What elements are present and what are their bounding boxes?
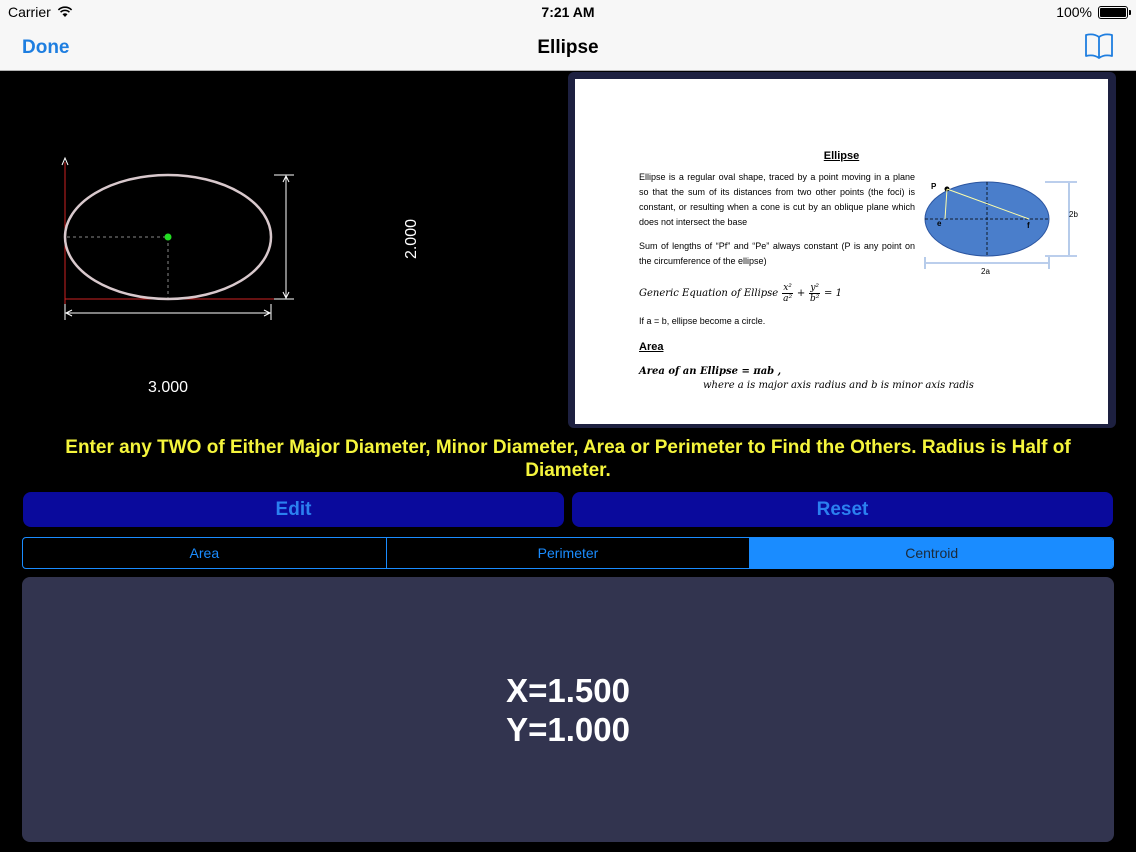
reset-button[interactable]: Reset bbox=[572, 492, 1113, 527]
equation-y-fraction: y² b² bbox=[809, 283, 821, 304]
reference-panel: Ellipse Ellipse is a regular oval shape,… bbox=[568, 72, 1116, 428]
result-y: Y=1.000 bbox=[506, 711, 630, 748]
calculation-tabs: Area Perimeter Centroid bbox=[22, 537, 1114, 569]
book-icon[interactable] bbox=[1084, 32, 1114, 60]
result-lines: X=1.500 Y=1.000 bbox=[22, 671, 1114, 749]
equation-label: Generic Equation of Ellipse bbox=[639, 288, 779, 299]
result-panel: X=1.500 Y=1.000 bbox=[22, 577, 1114, 842]
equation-x-num: x² bbox=[782, 283, 793, 294]
battery-percent: 100% bbox=[1056, 4, 1092, 20]
equation-y-den: b² bbox=[809, 294, 820, 304]
navigation-bar: Done Ellipse bbox=[0, 24, 1136, 71]
ellipse-diagram bbox=[61, 156, 294, 320]
equation-rhs: = 1 bbox=[824, 288, 842, 299]
diagram-label-f: f bbox=[1027, 221, 1030, 230]
page-title: Ellipse bbox=[537, 37, 599, 58]
status-bar: Carrier 7:21 AM 100% bbox=[0, 0, 1136, 24]
tab-area[interactable]: Area bbox=[23, 538, 387, 568]
height-value: 2.000 bbox=[403, 218, 420, 260]
area-formula: Area of an Ellipse = πab , bbox=[639, 366, 782, 377]
reference-paragraph-2: Sum of lengths of “Pf” and “Pe” always c… bbox=[639, 241, 915, 266]
diagram-label-p: P bbox=[931, 182, 937, 191]
area-heading: Area bbox=[639, 341, 664, 353]
width-value: 3.000 bbox=[147, 379, 189, 396]
battery-indicator: 100% bbox=[1056, 4, 1131, 20]
ellipse-drawing: 3.000 2.000 bbox=[0, 72, 560, 422]
generic-equation: Generic Equation of Ellipse x² a² + y² b… bbox=[639, 283, 842, 304]
equation-x-fraction: x² a² bbox=[782, 283, 793, 304]
equation-x-den: a² bbox=[783, 294, 793, 304]
result-x: X=1.500 bbox=[506, 672, 630, 709]
diagram-label-b: 2b bbox=[1069, 210, 1078, 219]
status-time: 7:21 AM bbox=[541, 4, 595, 20]
reference-paragraph-1: Ellipse is a regular oval shape, traced … bbox=[639, 172, 915, 227]
reference-ellipse-diagram: P e f 2b 2a bbox=[924, 181, 1078, 276]
circle-note: If a = b, ellipse become a circle. bbox=[639, 316, 766, 326]
equation-y-num: y² bbox=[809, 283, 821, 294]
diagram-label-a: 2a bbox=[981, 267, 990, 276]
area-note: where a is major axis radius and b is mi… bbox=[703, 380, 974, 391]
edit-button[interactable]: Edit bbox=[23, 492, 564, 527]
equation-plus: + bbox=[796, 288, 806, 299]
instruction-text: Enter any TWO of Either Major Diameter, … bbox=[65, 437, 1071, 481]
reference-document: Ellipse Ellipse is a regular oval shape,… bbox=[575, 79, 1108, 424]
diagram-label-e: e bbox=[937, 219, 942, 228]
reference-title: Ellipse bbox=[823, 150, 860, 162]
tab-centroid[interactable]: Centroid bbox=[750, 538, 1113, 568]
tab-perimeter[interactable]: Perimeter bbox=[387, 538, 751, 568]
battery-icon bbox=[1098, 5, 1131, 19]
